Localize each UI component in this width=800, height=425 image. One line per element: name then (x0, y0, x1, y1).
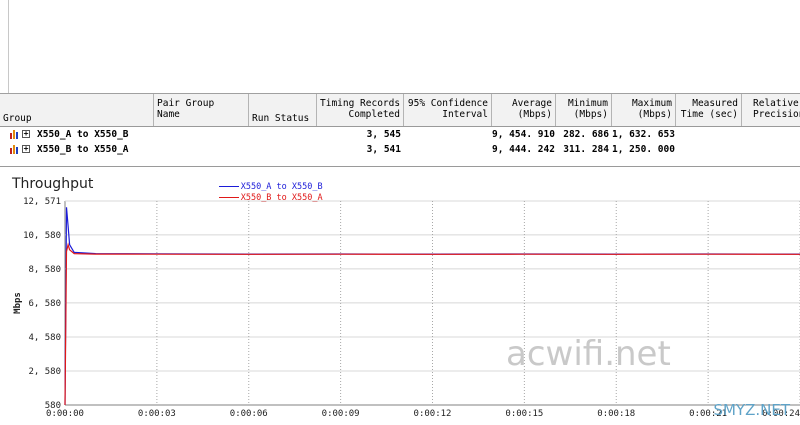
row-group-name: X550_B to X550_A (37, 144, 129, 155)
col-confidence-header[interactable]: 95% Confidence Interval (404, 94, 492, 126)
pane-divider (8, 0, 9, 93)
row-group-name: X550_A to X550_B (37, 129, 129, 140)
row-timing-records: 3, 541 (366, 144, 401, 155)
y-tick-label: 10, 580 (23, 231, 61, 241)
row-maximum: 1, 632. 653 (612, 129, 675, 140)
table-row[interactable]: + X550_A to X550_B 3, 545 9, 454. 910 28… (0, 128, 800, 141)
corner-watermark: SMYZ.NET (713, 401, 790, 419)
x-tick-label: 0:00:00 (46, 409, 84, 419)
row-timing-records: 3, 545 (366, 129, 401, 140)
y-tick-label: 2, 580 (28, 367, 61, 377)
row-average: 9, 444. 242 (492, 144, 555, 155)
row-minimum: 282. 686 (563, 129, 609, 140)
row-average: 9, 454. 910 (492, 129, 555, 140)
col-measured-time-header[interactable]: Measured Time (sec) (676, 94, 742, 126)
y-tick-label: 8, 580 (28, 265, 61, 275)
col-maximum-header[interactable]: Maximum (Mbps) (612, 94, 676, 126)
throughput-plot: 12, 57110, 5808, 5806, 5804, 5802, 58058… (13, 197, 800, 419)
bar-chart-icon (10, 130, 18, 139)
col-pair-group-name-header[interactable]: Pair Group Name (154, 94, 249, 126)
col-group-header[interactable]: Group (0, 94, 154, 126)
y-tick-label: 12, 571 (23, 197, 61, 207)
col-run-status-header[interactable]: Run Status (249, 94, 317, 126)
results-grid: Group Pair Group Name Run Status Timing … (0, 94, 800, 157)
y-tick-label: 4, 580 (28, 333, 61, 343)
x-tick-label: 0:00:18 (597, 409, 635, 419)
row-minimum: 311. 284 (563, 144, 609, 155)
col-average-header[interactable]: Average (Mbps) (492, 94, 556, 126)
y-tick-label: 6, 580 (28, 299, 61, 309)
expand-icon[interactable]: + (22, 130, 30, 138)
grid-header: Group Pair Group Name Run Status Timing … (0, 94, 800, 127)
x-tick-label: 0:00:03 (138, 409, 176, 419)
x-tick-label: 0:00:15 (505, 409, 543, 419)
bar-chart-icon (10, 145, 18, 154)
x-tick-label: 0:00:09 (322, 409, 360, 419)
col-timing-records-header[interactable]: Timing Records Completed (317, 94, 404, 126)
expand-icon[interactable]: + (22, 145, 30, 153)
row-maximum: 1, 250. 000 (612, 144, 675, 155)
watermark: acwifi.net (506, 334, 671, 374)
throughput-chart-panel: Throughput X550_A to X550_B X550_B to X5… (0, 166, 800, 425)
y-axis-label: Mbps (13, 292, 23, 314)
x-tick-label: 0:00:06 (230, 409, 268, 419)
col-relative-precision-header[interactable]: Relative Precision (742, 94, 800, 126)
table-row[interactable]: + X550_B to X550_A 3, 541 9, 444. 242 31… (0, 143, 800, 156)
x-tick-label: 0:00:12 (414, 409, 452, 419)
top-pane (0, 0, 800, 94)
col-minimum-header[interactable]: Minimum (Mbps) (556, 94, 612, 126)
